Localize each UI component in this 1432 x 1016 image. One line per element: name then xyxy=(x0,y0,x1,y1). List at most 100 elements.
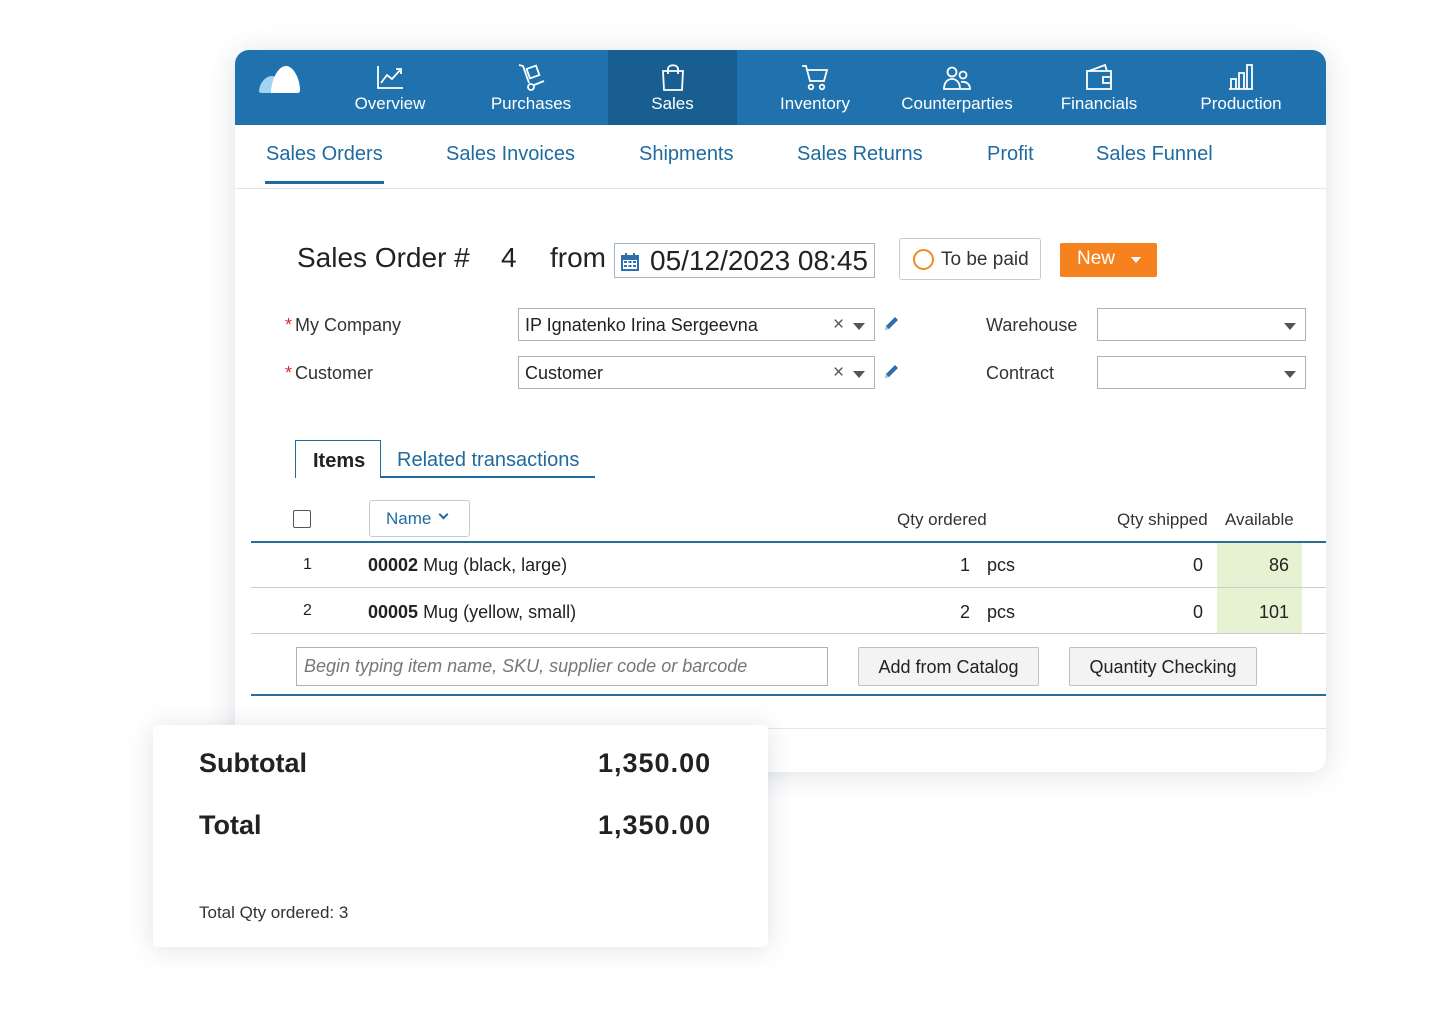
quantity-checking-button[interactable]: Quantity Checking xyxy=(1069,647,1257,686)
warehouse-label: Warehouse xyxy=(986,315,1078,335)
available: 86 xyxy=(1269,555,1290,575)
total-value: 1,350.00 xyxy=(598,810,712,840)
item-search-input[interactable] xyxy=(296,647,828,686)
contract-select[interactable] xyxy=(1097,356,1306,389)
clear-icon[interactable]: × xyxy=(833,362,844,384)
order-state-label: New xyxy=(1077,248,1116,269)
available-cell-bg xyxy=(1217,543,1302,587)
customer-label: * Customer xyxy=(285,363,373,384)
add-from-catalog-label: Add from Catalog xyxy=(878,657,1019,677)
nav-label: Inventory xyxy=(780,94,850,113)
nav-label: Financials xyxy=(1060,94,1138,113)
edit-pencil-icon[interactable] xyxy=(881,314,901,334)
chart-line-icon xyxy=(377,66,403,89)
quantity-checking-label: Quantity Checking xyxy=(1089,657,1237,677)
logo-icon xyxy=(259,66,300,93)
table-header-divider xyxy=(251,541,1326,543)
table-bottom-divider xyxy=(251,694,1326,696)
available-header: Available xyxy=(1225,510,1294,529)
nav-item-overview[interactable]: Overview xyxy=(320,50,460,125)
top-navigation: Overview Purchases Sales Inventory Count… xyxy=(235,50,1326,125)
item-search-field[interactable] xyxy=(297,648,827,685)
nav-label: Production xyxy=(1200,94,1282,113)
warehouse-select[interactable] xyxy=(1097,308,1306,341)
name-header: Name xyxy=(386,509,432,528)
chevron-down-icon xyxy=(1131,257,1141,263)
customer-select[interactable]: Customer × xyxy=(518,356,875,389)
from-label: from xyxy=(550,242,606,273)
item-title: Mug (black, large) xyxy=(423,555,568,575)
page-title: Sales Order # xyxy=(297,242,470,273)
nav-label: Overview xyxy=(354,94,426,113)
users-icon xyxy=(943,66,971,90)
nav-item-counterparties[interactable]: Counterparties xyxy=(886,50,1028,125)
my-company-select[interactable]: IP Ignatenko Irina Sergeevna × xyxy=(518,308,875,341)
calendar-icon[interactable] xyxy=(620,252,640,272)
qty-shipped: 0 xyxy=(1193,555,1204,575)
unit: pcs xyxy=(987,555,1016,575)
item-code: 00002 xyxy=(368,555,419,575)
nav-label: Counterparties xyxy=(901,94,1013,113)
customer-value: Customer xyxy=(525,363,604,383)
qty-shipped: 0 xyxy=(1193,602,1204,622)
my-company-label: * My Company xyxy=(285,315,401,336)
available: 101 xyxy=(1259,602,1290,622)
tab-related-transactions[interactable]: Related transactions xyxy=(397,449,579,472)
nav-item-sales[interactable]: Sales xyxy=(608,50,737,125)
app-window: Overview Purchases Sales Inventory Count… xyxy=(235,50,1326,772)
summary-card: Subtotal 1,350.00 Total 1,350.00 Total Q… xyxy=(153,725,768,947)
add-from-catalog-button[interactable]: Add from Catalog xyxy=(858,647,1039,686)
qty-ordered-header: Qty ordered xyxy=(897,510,987,529)
order-date-value: 05/12/2023 08:45 xyxy=(650,245,868,276)
nav-item-production[interactable]: Production xyxy=(1171,50,1311,125)
edit-pencil-icon[interactable] xyxy=(881,362,901,382)
chevron-down-icon[interactable] xyxy=(853,323,865,330)
shopping-bag-icon xyxy=(661,64,684,91)
tab-sales-invoices[interactable]: Sales Invoices xyxy=(446,143,575,166)
factory-icon xyxy=(1229,64,1253,90)
chevron-down-icon[interactable] xyxy=(1284,323,1296,330)
nav-item-purchases[interactable]: Purchases xyxy=(461,50,601,125)
name-sort-button[interactable]: Name xyxy=(369,500,470,537)
hand-truck-icon xyxy=(518,64,545,91)
subtotal-label: Subtotal xyxy=(199,748,307,778)
qty-shipped-header: Qty shipped xyxy=(1117,510,1208,529)
active-tab-indicator xyxy=(265,181,384,184)
unit: pcs xyxy=(987,602,1016,622)
clear-icon[interactable]: × xyxy=(833,314,844,336)
select-all-checkbox[interactable] xyxy=(293,510,311,528)
tab-sales-returns[interactable]: Sales Returns xyxy=(797,143,923,166)
nav-label: Sales xyxy=(651,94,694,113)
required-mark: * xyxy=(285,315,293,335)
row-number: 2 xyxy=(303,602,312,619)
row-divider xyxy=(251,587,1326,588)
chevron-down-icon xyxy=(438,509,449,520)
total-label: Total xyxy=(199,810,262,840)
row-number: 1 xyxy=(303,556,312,573)
nav-item-inventory[interactable]: Inventory xyxy=(745,50,885,125)
nav-item-financials[interactable]: Financials xyxy=(1029,50,1169,125)
chevron-down-icon[interactable] xyxy=(853,371,865,378)
tab-sales-funnel[interactable]: Sales Funnel xyxy=(1096,143,1213,166)
tab-shipments[interactable]: Shipments xyxy=(639,143,734,166)
tab-items[interactable]: Items xyxy=(295,440,381,478)
payment-status-button[interactable]: To be paid xyxy=(899,238,1041,280)
subtotal-value: 1,350.00 xyxy=(598,748,712,778)
customer-label-text: Customer xyxy=(295,363,374,383)
status-circle-icon xyxy=(913,249,934,270)
wallet-icon xyxy=(1086,63,1112,90)
payment-status-label: To be paid xyxy=(941,249,1029,270)
chevron-down-icon[interactable] xyxy=(1284,371,1296,378)
tab-sales-orders[interactable]: Sales Orders xyxy=(266,143,383,166)
contract-label: Contract xyxy=(986,363,1055,383)
row-divider xyxy=(251,633,1326,634)
item-code: 00005 xyxy=(368,602,419,622)
qty-ordered[interactable]: 1 xyxy=(960,555,970,576)
order-state-dropdown[interactable]: New xyxy=(1060,243,1157,277)
item-name[interactable]: 00005 Mug (yellow, small) xyxy=(368,602,576,623)
tab-profit[interactable]: Profit xyxy=(987,143,1034,166)
item-name[interactable]: 00002 Mug (black, large) xyxy=(368,555,567,576)
order-date-field[interactable]: 05/12/2023 08:45 xyxy=(614,243,875,278)
qty-ordered[interactable]: 2 xyxy=(960,602,970,623)
my-company-value: IP Ignatenko Irina Sergeevna xyxy=(525,315,758,335)
